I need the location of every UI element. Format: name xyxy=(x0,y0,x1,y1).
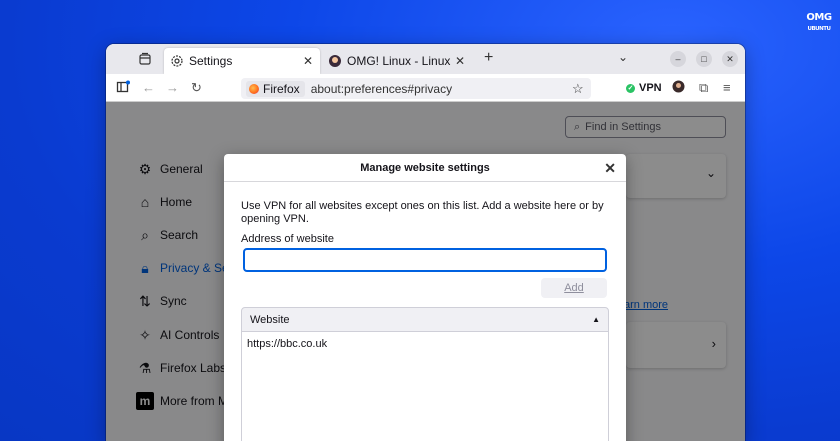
url-bar[interactable]: Firefox about:preferences#privacy xyxy=(241,78,591,99)
column-label: Website xyxy=(250,313,290,326)
minimize-button[interactable]: – xyxy=(670,51,686,67)
sidebar-toggle-icon[interactable] xyxy=(116,80,130,97)
extensions-icon[interactable]: ⧉ xyxy=(699,80,708,96)
gear-icon xyxy=(170,54,184,68)
firefox-icon xyxy=(249,83,259,94)
account-avatar[interactable] xyxy=(672,80,685,96)
omg-ubuntu-logo: OMG UBUNTU xyxy=(806,10,832,34)
sort-ascending-icon: ▲ xyxy=(592,315,600,324)
vpn-button[interactable]: ✓ VPN xyxy=(626,82,662,94)
dialog-title: Manage website settings xyxy=(360,161,490,174)
close-icon[interactable]: ✕ xyxy=(302,54,314,68)
website-list: https://bbc.co.uk xyxy=(241,332,609,441)
omg-favicon-icon xyxy=(328,54,342,68)
svg-text:OMG: OMG xyxy=(806,12,831,23)
tab-title: OMG! Linux - Linux News, xyxy=(347,54,454,68)
close-icon[interactable]: ✕ xyxy=(604,160,616,177)
manage-website-settings-dialog: Manage website settings ✕ Use VPN for al… xyxy=(224,154,626,441)
tab-title: Settings xyxy=(189,54,233,68)
tab-bar: Settings ✕ OMG! Linux - Linux News, ✕ + … xyxy=(106,44,745,74)
new-tab-button[interactable]: + xyxy=(484,49,493,67)
navigation-bar: ← → ↻ Firefox about:preferences#privacy … xyxy=(106,74,745,102)
tab-list-icon[interactable] xyxy=(138,52,152,66)
identity-label: Firefox xyxy=(263,81,300,96)
tab-omg-linux[interactable]: OMG! Linux - Linux News, ✕ xyxy=(322,48,472,74)
reload-icon[interactable]: ↻ xyxy=(191,80,202,96)
hamburger-menu-icon[interactable]: ≡ xyxy=(723,80,731,95)
dialog-description: Use VPN for all websites except ones on … xyxy=(241,200,604,225)
website-column-header[interactable]: Website ▲ xyxy=(241,307,609,332)
website-address-input[interactable] xyxy=(243,248,607,272)
svg-text:UBUNTU: UBUNTU xyxy=(808,26,831,32)
identity-box[interactable]: Firefox xyxy=(246,80,305,97)
tab-settings[interactable]: Settings ✕ xyxy=(164,48,320,74)
vpn-label: VPN xyxy=(639,82,662,94)
address-label: Address of website xyxy=(241,233,334,245)
add-button[interactable]: Add xyxy=(541,278,607,298)
close-icon[interactable]: ✕ xyxy=(454,54,466,68)
window-close-button[interactable]: ✕ xyxy=(722,51,738,67)
back-icon[interactable]: ← xyxy=(142,80,155,95)
chevron-down-icon[interactable]: ⌄ xyxy=(618,50,628,64)
maximize-button[interactable]: □ xyxy=(696,51,712,67)
dialog-header: Manage website settings ✕ xyxy=(224,154,626,182)
check-icon: ✓ xyxy=(626,83,635,93)
url-text[interactable]: about:preferences#privacy xyxy=(311,82,452,96)
bookmark-star-icon[interactable]: ☆ xyxy=(572,81,584,97)
forward-icon[interactable]: → xyxy=(166,80,179,95)
list-item[interactable]: https://bbc.co.uk xyxy=(242,332,608,356)
